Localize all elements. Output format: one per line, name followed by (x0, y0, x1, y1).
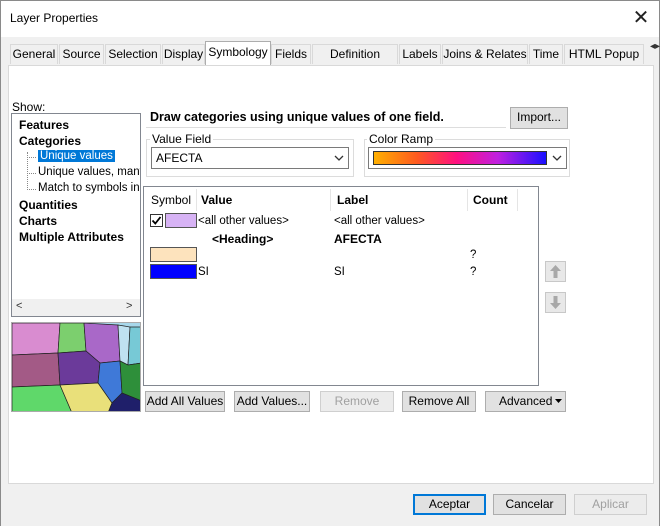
move-up-button[interactable] (545, 261, 566, 282)
tree-connector (27, 157, 36, 158)
row-value: SI (198, 266, 209, 278)
tree-item-quantities[interactable]: Quantities (19, 198, 78, 212)
tree-connector (27, 173, 36, 174)
row-value: <all other values> (198, 215, 289, 227)
row-label[interactable]: <all other values> (334, 215, 425, 227)
import-button[interactable]: Import... (510, 107, 568, 129)
show-tree: Features Categories Unique values Unique… (11, 113, 141, 317)
tab-selection[interactable]: Selection (105, 44, 161, 64)
close-icon[interactable]: ✕ (629, 7, 653, 29)
column-divider (196, 189, 197, 211)
color-ramp-label: Color Ramp (367, 132, 436, 146)
column-divider (517, 189, 518, 211)
tab-joins-relates[interactable]: Joins & Relates (442, 44, 528, 64)
window-title: Layer Properties (10, 11, 99, 25)
arrow-up-icon (550, 265, 561, 278)
tab-display[interactable]: Display (162, 44, 205, 64)
tab-html-popup[interactable]: HTML Popup (564, 44, 644, 64)
tree-item-categories[interactable]: Categories (19, 134, 81, 148)
column-divider (467, 189, 468, 211)
remove-all-button[interactable]: Remove All (402, 391, 476, 412)
move-down-button[interactable] (545, 292, 566, 313)
tab-source[interactable]: Source (59, 44, 104, 64)
dropdown-arrow-icon (555, 399, 562, 403)
column-divider (330, 189, 331, 211)
arrow-down-icon (550, 296, 561, 309)
advanced-button[interactable]: Advanced (485, 391, 566, 412)
tree-item-charts[interactable]: Charts (19, 214, 57, 228)
add-all-values-button[interactable]: Add All Values (145, 391, 225, 412)
tree-item-unique-values[interactable]: Unique values (38, 150, 115, 162)
advanced-label: Advanced (499, 394, 553, 408)
ok-button[interactable]: Aceptar (413, 494, 486, 515)
tab-time[interactable]: Time (529, 44, 563, 64)
tab-definition-query[interactable]: Definition Query (312, 44, 398, 79)
tab-general[interactable]: General (10, 44, 58, 64)
symbol-swatch-all-other[interactable] (165, 213, 197, 228)
tab-strip: General Source Selection Display Symbolo… (1, 41, 660, 79)
value-field-value: AFECTA (156, 151, 203, 165)
show-label: Show: (12, 100, 46, 114)
tree-item-match-to-symbols[interactable]: Match to symbols in a (38, 182, 140, 194)
color-ramp-swatch (373, 151, 547, 165)
chevron-down-icon (552, 155, 562, 161)
scroll-left-icon[interactable]: < (16, 300, 22, 312)
heading-value: <Heading> (212, 232, 274, 246)
title-bar: Layer Properties ✕ (1, 1, 659, 37)
tab-labels[interactable]: Labels (399, 44, 441, 64)
color-ramp-dropdown[interactable] (368, 147, 567, 169)
remove-button[interactable]: Remove (320, 391, 394, 412)
row-count: ? (470, 249, 477, 261)
column-header-value[interactable]: Value (201, 193, 232, 207)
renderer-description: Draw categories using unique values of o… (146, 106, 506, 128)
map-preview-image (12, 323, 140, 411)
chevron-down-icon (334, 155, 344, 161)
apply-button[interactable]: Aplicar (574, 494, 647, 515)
cancel-button[interactable]: Cancelar (493, 494, 566, 515)
tree-connector (27, 189, 36, 190)
value-field-label: Value Field (150, 132, 214, 146)
tree-item-multiple-attributes[interactable]: Multiple Attributes (19, 230, 124, 244)
tab-scroll-arrows-icon[interactable]: ◂▸ (650, 41, 660, 52)
scroll-right-icon[interactable]: > (126, 300, 132, 312)
tree-horizontal-scrollbar[interactable]: < > (12, 299, 140, 316)
column-header-count[interactable]: Count (473, 193, 508, 207)
symbology-preview-map (11, 322, 141, 412)
layer-properties-dialog: Layer Properties ✕ General Source Select… (0, 0, 660, 526)
tab-symbology[interactable]: Symbology (205, 41, 271, 65)
column-header-label[interactable]: Label (337, 193, 368, 207)
symbol-swatch-si[interactable] (150, 264, 197, 279)
row-count: ? (470, 266, 477, 278)
add-values-button[interactable]: Add Values... (234, 391, 310, 412)
tree-item-features[interactable]: Features (19, 118, 69, 132)
heading-label[interactable]: AFECTA (334, 232, 382, 246)
tree-item-unique-values-many[interactable]: Unique values, many (38, 166, 140, 178)
tab-fields[interactable]: Fields (271, 44, 311, 64)
values-table: Symbol Value Label Count <all other valu… (143, 186, 539, 386)
symbol-swatch-empty[interactable] (150, 247, 197, 262)
row-label[interactable]: SI (334, 266, 345, 278)
column-header-symbol[interactable]: Symbol (151, 193, 191, 207)
value-field-dropdown[interactable]: AFECTA (151, 147, 349, 169)
